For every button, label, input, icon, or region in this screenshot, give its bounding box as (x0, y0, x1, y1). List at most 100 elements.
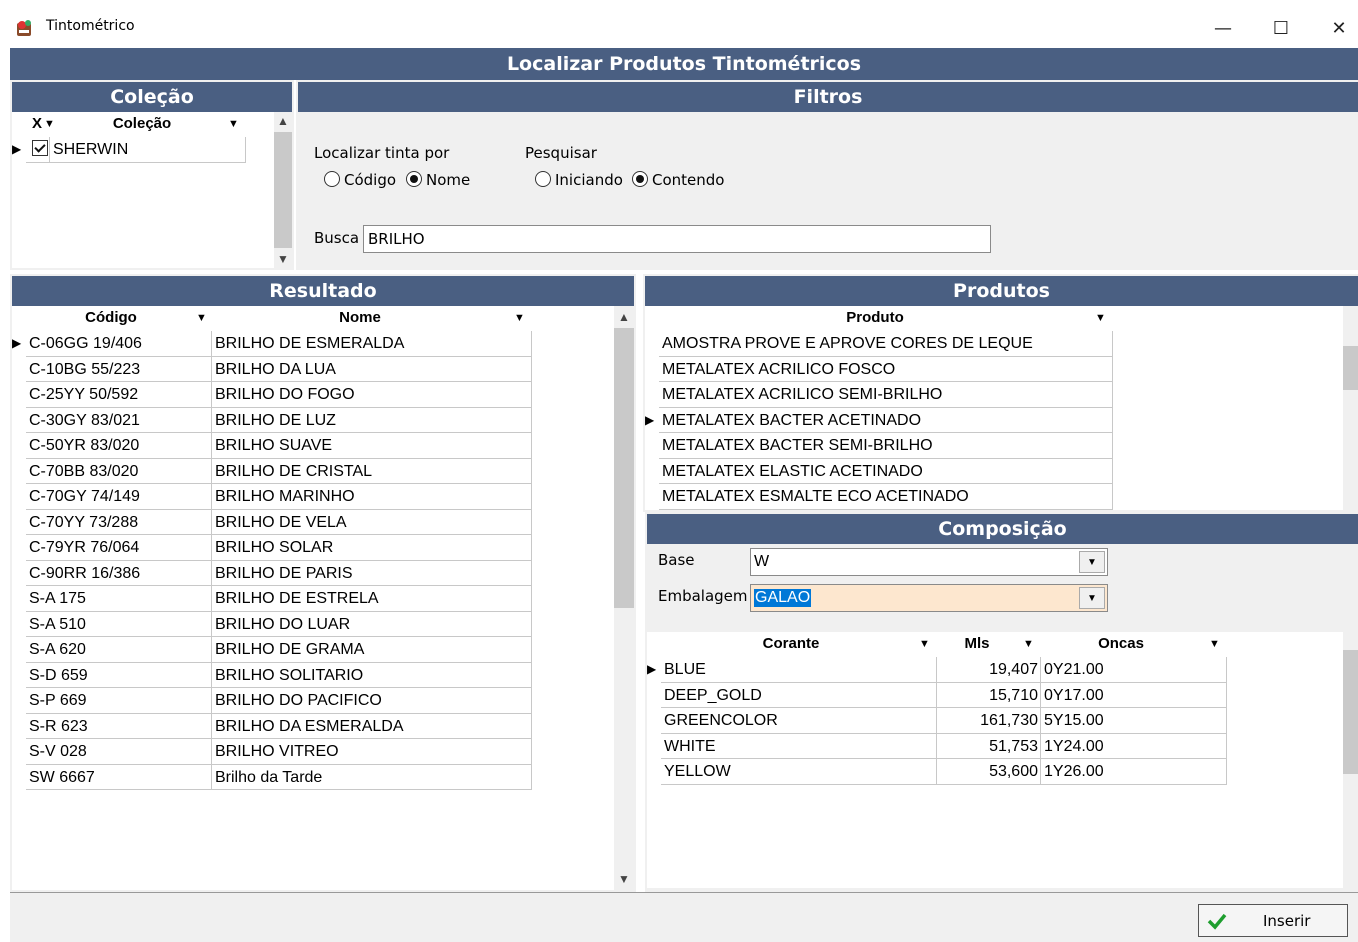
app-icon (17, 20, 31, 36)
col-header-mls[interactable]: Mls (937, 632, 1017, 656)
table-row[interactable]: YELLOW 53,600 1Y26.00 (647, 759, 1227, 785)
table-row[interactable]: METALATEX BACTER SEMI-BRILHO (645, 433, 1113, 459)
sort-arrow-icon[interactable]: ▼ (919, 632, 930, 656)
resultado-scrollbar[interactable]: ▲ ▼ (614, 306, 634, 890)
produto-cell: AMOSTRA PROVE E APROVE CORES DE LEQUE (659, 331, 1113, 357)
col-header-corante[interactable]: Corante (661, 632, 921, 656)
sort-arrow-icon[interactable]: ▼ (228, 112, 239, 136)
composicao-header: Composição (647, 514, 1358, 544)
table-row[interactable]: C-79YR 76/064 BRILHO SOLAR (12, 535, 532, 561)
sort-arrow-icon[interactable]: ▼ (1095, 306, 1106, 330)
col-header-codigo[interactable]: Código (26, 306, 196, 330)
table-row[interactable]: S-D 659 BRILHO SOLITARIO (12, 662, 532, 688)
inserir-label: Inserir (1263, 912, 1311, 930)
radio-contendo[interactable]: Contendo (632, 171, 724, 189)
table-row[interactable]: C-25YY 50/592 BRILHO DO FOGO (12, 382, 532, 408)
window-title: Tintométrico (46, 18, 135, 34)
nome-cell: BRILHO DE CRISTAL (212, 458, 532, 484)
minimize-button[interactable]: — (1200, 10, 1246, 46)
table-row[interactable]: ▶ BLUE 19,407 0Y21.00 (647, 657, 1227, 683)
colecao-checkbox-cell[interactable] (26, 137, 50, 163)
table-row[interactable]: ▶ METALATEX BACTER ACETINADO (645, 407, 1113, 433)
codigo-cell: C-70GY 74/149 (26, 484, 212, 510)
codigo-cell: C-30GY 83/021 (26, 407, 212, 433)
colecao-row[interactable]: ▶ SHERWIN (12, 137, 246, 163)
produtos-scrollbar[interactable] (1343, 306, 1358, 510)
radio-on-icon[interactable] (406, 171, 422, 187)
nome-cell: BRILHO DA ESMERALDA (212, 713, 532, 739)
radio-codigo[interactable]: Código (324, 171, 396, 189)
table-row[interactable]: C-70YY 73/288 BRILHO DE VELA (12, 509, 532, 535)
nome-cell: BRILHO DO PACIFICO (212, 688, 532, 714)
scroll-thumb[interactable] (274, 132, 292, 248)
radio-off-icon[interactable] (324, 171, 340, 187)
busca-input[interactable]: BRILHO (363, 225, 991, 253)
inserir-button[interactable]: Inserir (1198, 904, 1348, 937)
scroll-thumb[interactable] (614, 328, 634, 608)
corantes-scrollbar[interactable] (1343, 632, 1358, 888)
table-row[interactable]: S-A 175 BRILHO DE ESTRELA (12, 586, 532, 612)
table-row[interactable]: METALATEX ACRILICO SEMI-BRILHO (645, 382, 1113, 408)
table-row[interactable]: AMOSTRA PROVE E APROVE CORES DE LEQUE (645, 331, 1113, 357)
table-row[interactable]: S-A 510 BRILHO DO LUAR (12, 611, 532, 637)
sort-arrow-icon[interactable]: ▼ (514, 306, 525, 330)
table-row[interactable]: C-70GY 74/149 BRILHO MARINHO (12, 484, 532, 510)
table-row[interactable]: S-P 669 BRILHO DO PACIFICO (12, 688, 532, 714)
radio-iniciando[interactable]: Iniciando (535, 171, 623, 189)
colecao-name: SHERWIN (50, 137, 246, 163)
sort-arrow-icon[interactable]: ▼ (196, 306, 207, 330)
table-row[interactable]: C-50YR 83/020 BRILHO SUAVE (12, 433, 532, 459)
codigo-cell: C-25YY 50/592 (26, 382, 212, 408)
row-indicator-icon: ▶ (12, 336, 22, 350)
table-row[interactable]: DEEP_GOLD 15,710 0Y17.00 (647, 682, 1227, 708)
table-row[interactable]: ▶ C-06GG 19/406 BRILHO DE ESMERALDA (12, 331, 532, 357)
scroll-down-icon[interactable]: ▼ (614, 870, 634, 888)
chevron-down-icon[interactable]: ▼ (1079, 587, 1105, 609)
table-row[interactable]: S-A 620 BRILHO DE GRAMA (12, 637, 532, 663)
corante-cell: YELLOW (661, 759, 937, 785)
scroll-up-icon[interactable]: ▲ (614, 308, 634, 326)
table-row[interactable]: C-30GY 83/021 BRILHO DE LUZ (12, 407, 532, 433)
col-header-nome[interactable]: Nome (212, 306, 508, 330)
table-row[interactable]: S-R 623 BRILHO DA ESMERALDA (12, 713, 532, 739)
table-row[interactable]: C-90RR 16/386 BRILHO DE PARIS (12, 560, 532, 586)
scroll-thumb[interactable] (1343, 346, 1358, 390)
table-row[interactable]: METALATEX ACRILICO FOSCO (645, 356, 1113, 382)
embalagem-select[interactable]: GALAO ▼ (750, 584, 1108, 612)
footer-bar (10, 892, 1358, 942)
table-row[interactable]: SW 6667 Brilho da Tarde (12, 764, 532, 790)
radio-nome[interactable]: Nome (406, 171, 470, 189)
nome-cell: BRILHO DA LUA (212, 356, 532, 382)
table-row[interactable]: S-V 028 BRILHO VITREO (12, 739, 532, 765)
maximize-button[interactable]: ☐ (1258, 10, 1304, 46)
base-select[interactable]: W ▼ (750, 548, 1108, 576)
row-indicator-icon: ▶ (12, 142, 22, 156)
codigo-cell: C-70BB 83/020 (26, 458, 212, 484)
sort-arrow-icon[interactable]: ▼ (1209, 632, 1220, 656)
table-row[interactable]: METALATEX ELASTIC ACETINADO (645, 458, 1113, 484)
scroll-up-icon[interactable]: ▲ (274, 112, 292, 130)
table-row[interactable]: C-10BG 55/223 BRILHO DA LUA (12, 356, 532, 382)
table-row[interactable]: C-70BB 83/020 BRILHO DE CRISTAL (12, 458, 532, 484)
codigo-cell: C-90RR 16/386 (26, 560, 212, 586)
close-button[interactable]: ✕ (1316, 10, 1358, 46)
embalagem-label: Embalagem (658, 587, 748, 605)
chevron-down-icon[interactable]: ▼ (1079, 551, 1105, 573)
col-header-colecao[interactable]: Coleção (62, 112, 222, 136)
sort-arrow-icon[interactable]: ▼ (44, 112, 55, 136)
sort-arrow-icon[interactable]: ▼ (1023, 632, 1034, 656)
codigo-cell: S-A 620 (26, 637, 212, 663)
radio-on-icon[interactable] (632, 171, 648, 187)
table-row[interactable]: GREENCOLOR 161,730 5Y15.00 (647, 708, 1227, 734)
colecao-scrollbar[interactable]: ▲ ▼ (274, 112, 292, 268)
table-row[interactable]: METALATEX ESMALTE ECO ACETINADO (645, 484, 1113, 510)
nome-cell: BRILHO DE LUZ (212, 407, 532, 433)
col-header-oncas[interactable]: Oncas (1041, 632, 1201, 656)
radio-off-icon[interactable] (535, 171, 551, 187)
scroll-thumb[interactable] (1343, 650, 1358, 774)
col-header-produto[interactable]: Produto (659, 306, 1091, 330)
table-row[interactable]: WHITE 51,753 1Y24.00 (647, 733, 1227, 759)
checkbox-checked-icon[interactable] (32, 140, 48, 156)
scroll-down-icon[interactable]: ▼ (274, 250, 292, 268)
codigo-cell: SW 6667 (26, 764, 212, 790)
